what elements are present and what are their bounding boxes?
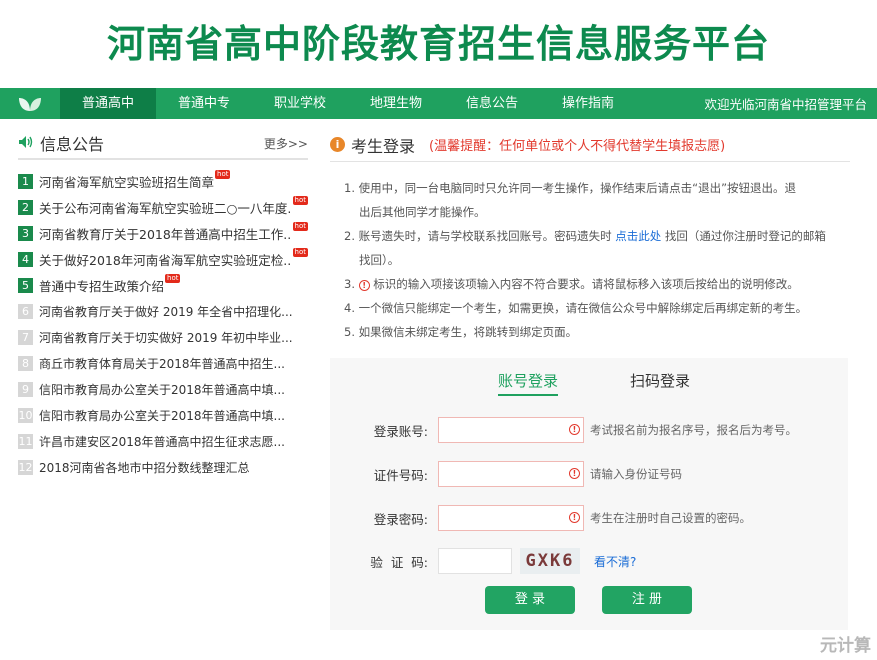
id-label: 证件号码:	[373, 467, 428, 483]
news-item[interactable]: 2 关于公布河南省海军航空实验班二○一八年度... hot	[18, 194, 308, 220]
site-title: 河南省高中阶段教育招生信息服务平台	[106, 22, 770, 66]
nav-item-announcements[interactable]: 信息公告	[444, 88, 540, 119]
login-button[interactable]: 登 录	[485, 586, 575, 614]
login-tabs: 账号登录 扫码登录	[330, 370, 848, 400]
news-title: 信息公告	[40, 135, 105, 154]
account-label: 登录账号:	[373, 423, 428, 439]
news-item[interactable]: 3 河南省教育厅关于2018年普通高中招生工作... hot	[18, 220, 308, 246]
account-row: 登录账号: ! 考试报名前为报名序号，报名后为考号。	[330, 416, 848, 444]
news-item-text: 关于做好2018年河南省海军航空实验班定检...	[39, 252, 292, 268]
news-number-badge: 6	[18, 303, 33, 319]
warning-icon: !	[569, 512, 580, 523]
warning-icon: !	[569, 424, 580, 435]
captcha-image[interactable]: GXK6	[520, 548, 580, 574]
account-input[interactable]: !	[438, 417, 584, 443]
login-tip: (温馨提醒：任何单位或个人不得代替学生填报志愿)	[429, 139, 726, 154]
hot-badge: hot	[292, 221, 308, 231]
hot-badge: hot	[292, 195, 308, 205]
rule-3: 3. ! 标识的输入项接该项输入内容不符合要求。请将鼠标移入该项后按给出的说明修…	[344, 277, 799, 291]
news-more-link[interactable]: 更多>>	[264, 135, 308, 152]
rule-2: 2. 账号遗失时，请与学校联系找回账号。密码遗失时 点击此处 找回（通过你注册时…	[344, 229, 826, 267]
captcha-input[interactable]	[438, 548, 512, 574]
password-label: 登录密码:	[373, 511, 428, 527]
hot-badge: hot	[165, 273, 181, 283]
password-row: 登录密码: ! 考生在注册时自己设置的密码。	[330, 504, 848, 532]
news-item-text: 商丘市教育体育局关于2018年普通高中招生...	[39, 356, 285, 371]
news-item-text: 河南省教育厅关于切实做好 2019 年初中毕业...	[39, 330, 293, 345]
news-number-badge: 4	[18, 251, 33, 267]
news-item[interactable]: 8 商丘市教育体育局关于2018年普通高中招生...	[18, 350, 308, 376]
news-header: 信息公告 更多>>	[18, 128, 308, 160]
hot-badge: hot	[215, 169, 231, 179]
login-form: 账号登录 扫码登录 登录账号: ! 考试报名前为报名序号，报名后为考号。 证件号…	[330, 358, 848, 630]
news-number-badge: 10	[18, 407, 33, 423]
news-number-badge: 12	[18, 459, 33, 475]
login-title: 考生登录	[351, 136, 416, 156]
leaf-logo-icon	[0, 88, 60, 119]
news-item-text: 河南省海军航空实验班招生简章	[39, 174, 215, 190]
captcha-refresh-link[interactable]: 看不清?	[594, 553, 636, 570]
news-item-text: 信阳市教育局办公室关于2018年普通高中填...	[39, 408, 285, 423]
news-item-text: 河南省教育厅关于做好 2019 年全省中招理化...	[39, 304, 293, 319]
password-hint: 考生在注册时自己设置的密码。	[590, 511, 751, 525]
news-number-badge: 7	[18, 329, 33, 345]
tab-qrcode-login[interactable]: 扫码登录	[630, 370, 690, 391]
speaker-icon	[18, 134, 34, 153]
rule-5: 5. 如果微信未绑定考生，将跳转到绑定页面。	[344, 325, 578, 339]
login-header: i 考生登录 (温馨提醒：任何单位或个人不得代替学生填报志愿)	[330, 128, 850, 162]
id-hint: 请输入身份证号码	[590, 467, 682, 481]
hot-badge: hot	[292, 247, 308, 257]
news-list: 1 河南省海军航空实验班招生简章 hot 2 关于公布河南省海军航空实验班二○一八年度.…	[18, 168, 308, 480]
captcha-label: 验 证 码:	[370, 554, 428, 570]
news-item[interactable]: 12 2018河南省各地市中招分数线整理汇总	[18, 454, 308, 480]
tab-account-login[interactable]: 账号登录	[498, 370, 559, 396]
nav-item-geo-bio[interactable]: 地理生物	[348, 88, 444, 119]
news-item[interactable]: 7 河南省教育厅关于切实做好 2019 年初中毕业...	[18, 324, 308, 350]
nav-item-general-high[interactable]: 普通高中	[60, 88, 156, 119]
rule-4: 4. 一个微信只能绑定一个考生，如需更换，请在微信公众号中解除绑定后再绑定新的考…	[344, 301, 808, 315]
news-item[interactable]: 10 信阳市教育局办公室关于2018年普通高中填...	[18, 402, 308, 428]
news-number-badge: 11	[18, 433, 33, 449]
news-item[interactable]: 9 信阳市教育局办公室关于2018年普通高中填...	[18, 376, 308, 402]
news-number-badge: 2	[18, 199, 33, 215]
nav-item-vocational-school[interactable]: 职业学校	[252, 88, 348, 119]
news-item-text: 许昌市建安区2018年普通高中招生征求志愿...	[39, 434, 285, 449]
news-item-text: 2018河南省各地市中招分数线整理汇总	[39, 460, 250, 475]
login-panel: i 考生登录 (温馨提醒：任何单位或个人不得代替学生填报志愿) 1. 使用中，同…	[330, 128, 850, 344]
news-item[interactable]: 4 关于做好2018年河南省海军航空实验班定检... hot	[18, 246, 308, 272]
news-item-text: 普通中专招生政策介绍	[39, 278, 165, 294]
recover-password-link[interactable]: 点击此处	[615, 229, 661, 243]
news-item[interactable]: 5 普通中专招生政策介绍 hot	[18, 272, 308, 298]
news-number-badge: 8	[18, 355, 33, 371]
login-rules: 1. 使用中，同一台电脑同时只允许同一考生操作，操作结束后请点击“退出”按钮退出…	[330, 176, 850, 344]
rule-1: 1. 使用中，同一台电脑同时只允许同一考生操作，操作结束后请点击“退出”按钮退出…	[344, 181, 797, 219]
news-item[interactable]: 1 河南省海军航空实验班招生简章 hot	[18, 168, 308, 194]
nav-item-secondary-vocational[interactable]: 普通中专	[156, 88, 252, 119]
password-input[interactable]: !	[438, 505, 584, 531]
id-row: 证件号码: ! 请输入身份证号码	[330, 460, 848, 488]
nav-item-guide[interactable]: 操作指南	[540, 88, 636, 119]
news-number-badge: 1	[18, 173, 33, 189]
warning-icon: !	[358, 280, 370, 291]
news-item-text: 关于公布河南省海军航空实验班二○一八年度...	[39, 200, 292, 216]
register-button[interactable]: 注 册	[602, 586, 692, 614]
news-item[interactable]: 6 河南省教育厅关于做好 2019 年全省中招理化...	[18, 298, 308, 324]
account-hint: 考试报名前为报名序号，报名后为考号。	[590, 423, 797, 437]
info-icon: i	[330, 137, 345, 152]
news-item-text: 河南省教育厅关于2018年普通高中招生工作...	[39, 226, 292, 242]
captcha-row: 验 证 码: GXK6 看不清?	[330, 547, 848, 575]
news-number-badge: 3	[18, 225, 33, 241]
watermark: 元计算	[820, 636, 871, 656]
news-number-badge: 9	[18, 381, 33, 397]
news-item-text: 信阳市教育局办公室关于2018年普通高中填...	[39, 382, 285, 397]
news-number-badge: 5	[18, 277, 33, 293]
news-item[interactable]: 11 许昌市建安区2018年普通高中招生征求志愿...	[18, 428, 308, 454]
main-navbar: 普通高中 普通中专 职业学校 地理生物 信息公告 操作指南 欢迎光临河南省中招管…	[0, 88, 877, 119]
news-panel: 信息公告 更多>> 1 河南省海军航空实验班招生简章 hot 2 关于公布河南省海军航空…	[18, 128, 308, 480]
id-number-input[interactable]: !	[438, 461, 584, 487]
welcome-text: 欢迎光临河南省中招管理平台	[704, 97, 867, 112]
warning-icon: !	[569, 468, 580, 479]
